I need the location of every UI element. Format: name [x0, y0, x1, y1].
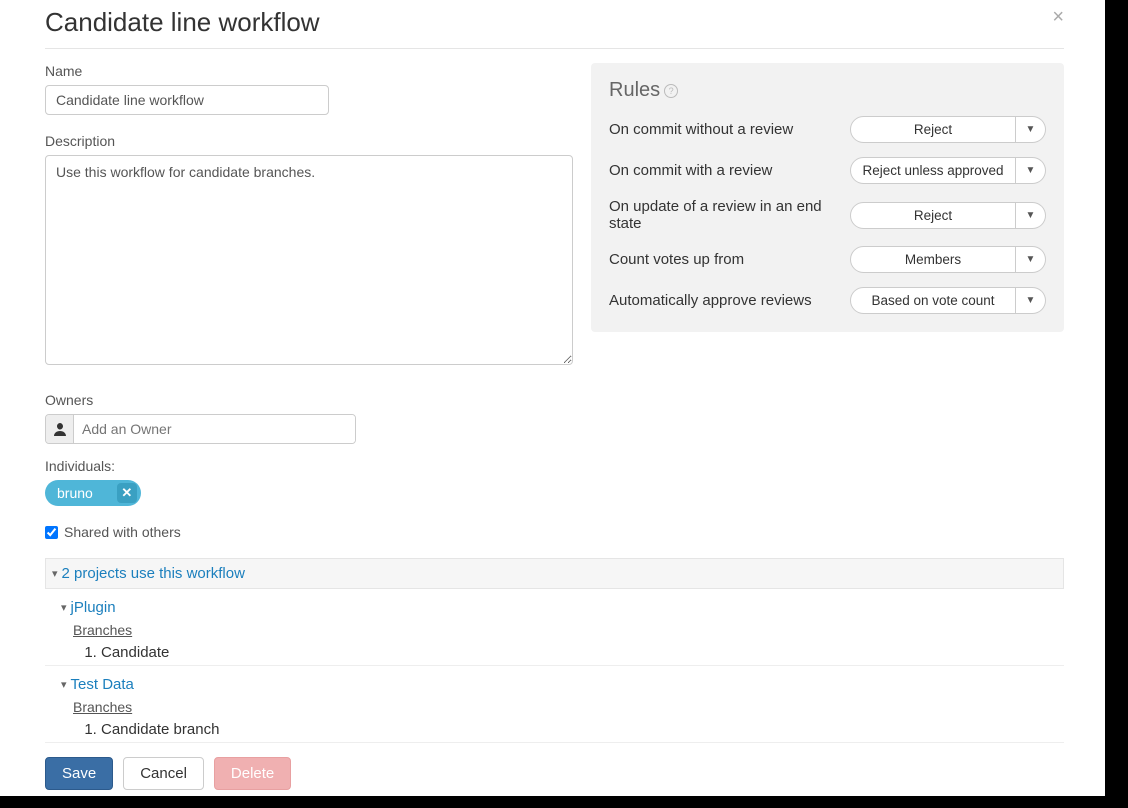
- rule-commit-with-review: On commit with a review Reject unless ap…: [609, 157, 1046, 184]
- projects-summary-link[interactable]: 2 projects use this workflow: [62, 565, 245, 582]
- individuals-label: Individuals:: [45, 458, 1064, 474]
- rule-count-votes: Count votes up from Members ▼: [609, 246, 1046, 273]
- owner-tag: bruno ✕: [45, 480, 141, 506]
- save-button[interactable]: Save: [45, 757, 113, 790]
- chevron-down-icon[interactable]: ▼: [1016, 116, 1046, 143]
- rule-value-button[interactable]: Based on vote count: [850, 287, 1016, 314]
- workflow-modal: Candidate line workflow × Name Descripti…: [0, 0, 1105, 796]
- owners-input[interactable]: [74, 415, 355, 443]
- remove-owner-icon[interactable]: ✕: [117, 483, 137, 503]
- owners-label: Owners: [45, 392, 1064, 408]
- person-icon: [46, 415, 74, 443]
- project-item: ▾ Test Data Branches Candidate branch: [45, 666, 1064, 743]
- modal-header: Candidate line workflow ×: [45, 1, 1064, 49]
- rule-value-button[interactable]: Members: [850, 246, 1016, 273]
- rules-panel: Rules ? On commit without a review Rejec…: [591, 63, 1064, 332]
- chevron-down-icon[interactable]: ▼: [1016, 246, 1046, 273]
- rule-value-button[interactable]: Reject unless approved: [850, 157, 1016, 184]
- branches-label: Branches: [73, 622, 132, 638]
- branch-item: Candidate: [101, 644, 1064, 661]
- shared-checkbox[interactable]: [45, 526, 58, 539]
- projects-toggle[interactable]: ▾ 2 projects use this workflow: [45, 558, 1064, 589]
- chevron-down-icon[interactable]: ▼: [1016, 157, 1046, 184]
- chevron-down-icon[interactable]: ▼: [1016, 202, 1046, 229]
- chevron-down-icon[interactable]: ▾: [61, 601, 67, 614]
- project-item: ▾ jPlugin Branches Candidate: [45, 589, 1064, 666]
- owner-name: bruno: [57, 485, 93, 501]
- chevron-down-icon: ▾: [52, 567, 58, 580]
- page-title: Candidate line workflow: [45, 7, 320, 38]
- project-link[interactable]: jPlugin: [71, 599, 116, 616]
- name-label: Name: [45, 63, 573, 79]
- rule-value-button[interactable]: Reject: [850, 202, 1016, 229]
- description-label: Description: [45, 133, 573, 149]
- shared-label: Shared with others: [64, 524, 181, 540]
- branch-item: Candidate branch: [101, 721, 1064, 738]
- name-input[interactable]: [45, 85, 329, 115]
- project-link[interactable]: Test Data: [71, 676, 134, 693]
- description-input[interactable]: [45, 155, 573, 365]
- close-icon[interactable]: ×: [1052, 7, 1064, 27]
- rule-commit-without-review: On commit without a review Reject ▼: [609, 116, 1046, 143]
- cancel-button[interactable]: Cancel: [123, 757, 204, 790]
- chevron-down-icon[interactable]: ▾: [61, 678, 67, 691]
- rule-update-end-state: On update of a review in an end state Re…: [609, 198, 1046, 232]
- rules-title: Rules: [609, 79, 660, 102]
- branches-label: Branches: [73, 699, 132, 715]
- rule-value-button[interactable]: Reject: [850, 116, 1016, 143]
- help-icon[interactable]: ?: [664, 84, 678, 98]
- delete-button[interactable]: Delete: [214, 757, 291, 790]
- chevron-down-icon[interactable]: ▼: [1016, 287, 1046, 314]
- rule-auto-approve: Automatically approve reviews Based on v…: [609, 287, 1046, 314]
